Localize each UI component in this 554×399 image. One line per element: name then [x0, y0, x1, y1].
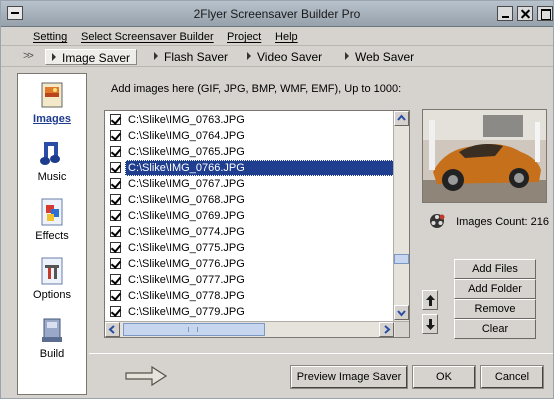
tab-video-saver[interactable]: Video Saver	[241, 49, 328, 65]
window-title: 2Flyer Screensaver Builder Pro	[193, 7, 361, 21]
menu-help[interactable]: Help	[275, 31, 298, 43]
minimize-button[interactable]	[497, 6, 513, 21]
maximize-button[interactable]	[537, 6, 553, 21]
images-icon	[41, 82, 63, 108]
nav-label-options: Options	[33, 289, 71, 301]
triangle-right-icon	[154, 52, 158, 60]
menu-select-screensaver-builder[interactable]: Select Screensaver Builder	[81, 31, 214, 43]
nav-item-options[interactable]: Options	[18, 256, 86, 301]
bottom-divider	[89, 353, 553, 354]
list-item[interactable]: C:\Slike\IMG_0763.JPG	[108, 112, 396, 128]
file-checkbox[interactable]	[110, 242, 121, 253]
next-arrow-icon[interactable]	[124, 365, 168, 387]
preview-image-saver-button[interactable]: Preview Image Saver	[290, 365, 408, 389]
left-nav: Images Music Effects Options Build	[17, 73, 87, 395]
vertical-scrollbar[interactable]	[393, 111, 409, 321]
scroll-corner	[395, 322, 409, 337]
tab-web-saver[interactable]: Web Saver	[339, 49, 420, 65]
triangle-right-icon	[52, 53, 56, 61]
list-item[interactable]: C:\Slike\IMG_0777.JPG	[108, 272, 396, 288]
chevron-double-right-icon[interactable]: >>	[23, 50, 34, 62]
file-checkbox[interactable]	[110, 178, 121, 189]
nav-label-effects: Effects	[35, 230, 69, 242]
file-checkbox[interactable]	[110, 146, 121, 157]
list-item[interactable]: C:\Slike\IMG_0775.JPG	[108, 240, 396, 256]
list-item[interactable]: C:\Slike\IMG_0768.JPG	[108, 192, 396, 208]
scroll-up-button[interactable]	[394, 111, 409, 126]
instruction-label: Add images here (GIF, JPG, BMP, WMF, EMF…	[111, 83, 402, 95]
triangle-right-icon	[247, 52, 251, 60]
menu-bar: Setting Select Screensaver Builder Proje…	[1, 28, 553, 46]
menu-project[interactable]: Project	[227, 31, 261, 43]
horizontal-scroll-thumb[interactable]	[123, 323, 265, 336]
app-window: 2Flyer Screensaver Builder Pro Setting S…	[0, 0, 554, 399]
file-checkbox[interactable]	[110, 194, 121, 205]
images-count: Images Count: 216	[456, 216, 550, 228]
ok-button[interactable]: OK	[412, 365, 476, 389]
file-checkbox[interactable]	[110, 130, 121, 141]
options-icon	[41, 257, 63, 285]
add-files-button[interactable]: Add Files	[454, 259, 536, 279]
move-up-button[interactable]	[422, 290, 438, 310]
tab-flash-saver[interactable]: Flash Saver	[148, 49, 234, 65]
file-checkbox[interactable]	[110, 274, 121, 285]
chevron-right-icon	[384, 325, 391, 334]
nav-item-images[interactable]: Images	[18, 80, 86, 125]
add-folder-button[interactable]: Add Folder	[454, 279, 536, 299]
build-icon	[42, 318, 62, 342]
title-bar[interactable]: 2Flyer Screensaver Builder Pro	[1, 1, 553, 27]
file-checkbox[interactable]	[110, 306, 121, 317]
triangle-right-icon	[345, 52, 349, 60]
list-item-selected[interactable]: C:\Slike\IMG_0766.JPG	[108, 160, 396, 176]
chevron-up-icon	[397, 114, 406, 121]
effects-icon	[41, 198, 63, 226]
file-checkbox[interactable]	[110, 210, 121, 221]
nav-item-effects[interactable]: Effects	[18, 197, 86, 242]
clear-button[interactable]: Clear	[454, 319, 536, 339]
image-file-list[interactable]: C:\Slike\IMG_0763.JPG C:\Slike\IMG_0764.…	[104, 110, 410, 338]
list-item[interactable]: C:\Slike\IMG_0774.JPG	[108, 224, 396, 240]
car-photo-preview	[423, 110, 546, 202]
close-button[interactable]	[517, 6, 533, 21]
scroll-left-button[interactable]	[105, 322, 120, 337]
scroll-down-button[interactable]	[394, 305, 409, 320]
chevron-left-icon	[108, 325, 115, 334]
tab-image-saver[interactable]: Image Saver	[45, 49, 138, 65]
list-item[interactable]: C:\Slike\IMG_0769.JPG	[108, 208, 396, 224]
vertical-scroll-thumb[interactable]	[394, 254, 409, 264]
list-item[interactable]: C:\Slike\IMG_0776.JPG	[108, 256, 396, 272]
file-checkbox[interactable]	[110, 226, 121, 237]
film-reel-icon	[430, 214, 445, 228]
file-checkbox[interactable]	[110, 162, 121, 173]
remove-button[interactable]: Remove	[454, 299, 536, 319]
nav-item-build[interactable]: Build	[18, 315, 86, 360]
nav-label-build: Build	[39, 348, 65, 360]
horizontal-scrollbar[interactable]	[105, 321, 409, 337]
list-item[interactable]: C:\Slike\IMG_0764.JPG	[108, 128, 396, 144]
nav-label-images: Images	[33, 113, 71, 125]
images-count-row: Images Count: 216	[429, 213, 549, 229]
move-down-button[interactable]	[422, 314, 438, 334]
file-checkbox[interactable]	[110, 258, 121, 269]
file-checkbox[interactable]	[110, 290, 121, 301]
chevron-down-icon	[397, 310, 406, 317]
list-item[interactable]: C:\Slike\IMG_0767.JPG	[108, 176, 396, 192]
nav-item-music[interactable]: Music	[18, 138, 86, 183]
arrow-down-icon	[426, 319, 435, 330]
list-item[interactable]: C:\Slike\IMG_0765.JPG	[108, 144, 396, 160]
nav-label-music: Music	[37, 171, 67, 183]
list-item[interactable]: C:\Slike\IMG_0778.JPG	[108, 288, 396, 304]
tab-bar: >> Image Saver Flash Saver Video Saver W…	[1, 47, 553, 67]
image-preview	[422, 109, 547, 203]
file-checkbox[interactable]	[110, 114, 121, 125]
menu-setting[interactable]: Setting	[33, 31, 67, 43]
arrow-up-icon	[426, 295, 435, 306]
cancel-button[interactable]: Cancel	[480, 365, 544, 389]
scroll-right-button[interactable]	[379, 322, 394, 337]
list-item[interactable]: C:\Slike\IMG_0779.JPG	[108, 304, 396, 320]
music-icon	[40, 142, 60, 165]
